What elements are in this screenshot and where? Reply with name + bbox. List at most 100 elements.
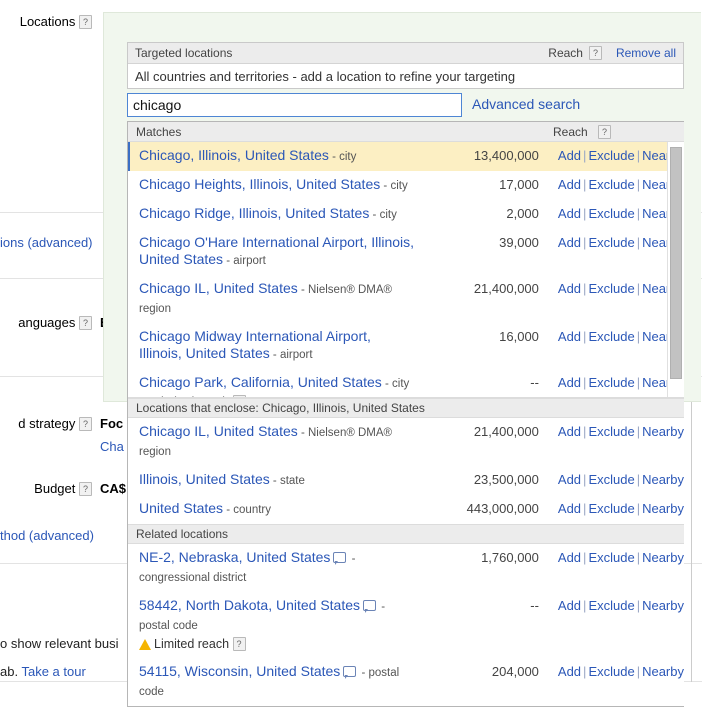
location-link[interactable]: Chicago Park, California, United States: [139, 374, 382, 390]
matches-scrollbar[interactable]: [667, 142, 684, 397]
table-row[interactable]: Chicago Park, California, United States …: [128, 369, 684, 398]
exclude-link[interactable]: Exclude: [588, 598, 634, 613]
targeted-locations-body: All countries and territories - add a lo…: [128, 64, 683, 88]
exclude-link[interactable]: Exclude: [588, 177, 634, 192]
action-separator: |: [635, 206, 642, 221]
exclude-link[interactable]: Exclude: [588, 281, 634, 296]
matches-header-label: Matches: [136, 125, 181, 139]
bid-strategy-help-icon[interactable]: ?: [79, 417, 92, 431]
exclude-link[interactable]: Exclude: [588, 148, 634, 163]
nearby-link[interactable]: Nearby: [642, 424, 684, 439]
location-link[interactable]: Chicago Midway International Airport, Il…: [139, 328, 371, 361]
add-link[interactable]: Add: [558, 177, 581, 192]
add-link[interactable]: Add: [558, 664, 581, 679]
advanced-search-link[interactable]: Advanced search: [472, 96, 580, 112]
options-advanced-link[interactable]: ions (advanced): [0, 235, 93, 250]
limited-reach-help-icon[interactable]: ?: [233, 637, 246, 651]
location-name-cell: 58442, North Dakota, United States - pos…: [128, 597, 415, 653]
location-kind-label: - state: [270, 475, 305, 487]
table-row[interactable]: 58442, North Dakota, United States - pos…: [128, 592, 684, 658]
bid-strategy-field-label: d strategy ?: [0, 416, 92, 431]
matches-reach-help-icon[interactable]: ?: [598, 125, 611, 139]
table-row[interactable]: Illinois, United States - state23,500,00…: [128, 466, 684, 495]
location-link[interactable]: United States: [139, 500, 223, 516]
add-link[interactable]: Add: [558, 501, 581, 516]
add-link[interactable]: Add: [558, 148, 581, 163]
location-link[interactable]: Chicago IL, United States: [139, 280, 298, 296]
exclude-link[interactable]: Exclude: [588, 375, 634, 390]
table-row[interactable]: 54115, Wisconsin, United States - postal…: [128, 658, 684, 706]
table-row[interactable]: Chicago Ridge, Illinois, United States -…: [128, 200, 684, 229]
right-column-divider: [691, 400, 692, 682]
location-link[interactable]: NE-2, Nebraska, United States: [139, 549, 330, 565]
table-row[interactable]: Chicago IL, United States - Nielsen® DMA…: [128, 275, 684, 323]
location-name-cell: Chicago Park, California, United States …: [128, 374, 415, 398]
location-name-cell: Chicago IL, United States - Nielsen® DMA…: [128, 423, 415, 461]
reach-value: --: [415, 374, 544, 391]
location-link[interactable]: 54115, Wisconsin, United States: [139, 663, 340, 679]
add-link[interactable]: Add: [558, 281, 581, 296]
location-link[interactable]: Illinois, United States: [139, 471, 270, 487]
bid-strategy-change-link[interactable]: Cha: [100, 439, 124, 454]
speech-bubble-icon[interactable]: [363, 600, 376, 611]
limited-reach-text: Limited reach: [154, 395, 229, 398]
location-link[interactable]: 58442, North Dakota, United States: [139, 597, 360, 613]
exclude-link[interactable]: Exclude: [588, 472, 634, 487]
location-link[interactable]: Chicago O'Hare International Airport, Il…: [139, 234, 414, 267]
row-actions: Add|Exclude|Nearby: [545, 234, 684, 251]
budget-help-icon[interactable]: ?: [79, 482, 92, 496]
table-row[interactable]: United States - country443,000,000Add|Ex…: [128, 495, 684, 524]
add-link[interactable]: Add: [558, 550, 581, 565]
location-link[interactable]: Chicago IL, United States: [139, 423, 298, 439]
action-separator: |: [635, 235, 642, 250]
languages-help-icon[interactable]: ?: [79, 316, 92, 330]
location-link[interactable]: Chicago Ridge, Illinois, United States: [139, 205, 369, 221]
take-a-tour-link[interactable]: Take a tour: [21, 664, 85, 679]
add-link[interactable]: Add: [558, 375, 581, 390]
nearby-link[interactable]: Nearby: [642, 472, 684, 487]
remove-all-link[interactable]: Remove all: [616, 46, 676, 60]
row-actions: Add|Exclude|Nearby: [545, 147, 684, 164]
nearby-link[interactable]: Nearby: [642, 501, 684, 516]
add-link[interactable]: Add: [558, 235, 581, 250]
location-search-input[interactable]: [127, 93, 462, 117]
exclude-link[interactable]: Exclude: [588, 501, 634, 516]
add-link[interactable]: Add: [558, 472, 581, 487]
exclude-link[interactable]: Exclude: [588, 329, 634, 344]
limited-reach-help-icon[interactable]: ?: [233, 395, 246, 398]
exclude-link[interactable]: Exclude: [588, 424, 634, 439]
reach-value: 443,000,000: [415, 500, 544, 517]
table-row[interactable]: Chicago O'Hare International Airport, Il…: [128, 229, 684, 275]
targeted-reach-help-icon[interactable]: ?: [589, 46, 602, 60]
footer-text-line2: ab. Take a tour: [0, 664, 86, 679]
table-row[interactable]: NE-2, Nebraska, United States - congress…: [128, 544, 684, 592]
exclude-link[interactable]: Exclude: [588, 550, 634, 565]
table-row[interactable]: Chicago IL, United States - Nielsen® DMA…: [128, 418, 684, 466]
matches-list: Chicago, Illinois, United States - city1…: [128, 142, 684, 398]
location-link[interactable]: Chicago Heights, Illinois, United States: [139, 176, 380, 192]
nearby-link[interactable]: Nearby: [642, 550, 684, 565]
table-row[interactable]: Chicago Midway International Airport, Il…: [128, 323, 684, 369]
reach-value: 2,000: [415, 205, 544, 222]
speech-bubble-icon[interactable]: [333, 552, 346, 563]
method-advanced-link[interactable]: thod (advanced): [0, 528, 94, 543]
nearby-link[interactable]: Nearby: [642, 664, 684, 679]
languages-field-label: anguages ?: [0, 315, 92, 330]
locations-help-icon[interactable]: ?: [79, 15, 92, 29]
nearby-link[interactable]: Nearby: [642, 598, 684, 613]
matches-scrollbar-thumb[interactable]: [670, 147, 682, 379]
matches-scroll-area[interactable]: Chicago, Illinois, United States - city1…: [128, 142, 684, 398]
exclude-link[interactable]: Exclude: [588, 206, 634, 221]
add-link[interactable]: Add: [558, 424, 581, 439]
location-link[interactable]: Chicago, Illinois, United States: [139, 147, 329, 163]
add-link[interactable]: Add: [558, 329, 581, 344]
targeted-locations-title: Targeted locations: [135, 46, 232, 60]
add-link[interactable]: Add: [558, 206, 581, 221]
speech-bubble-icon[interactable]: [343, 666, 356, 677]
add-link[interactable]: Add: [558, 598, 581, 613]
table-row[interactable]: Chicago Heights, Illinois, United States…: [128, 171, 684, 200]
row-actions: Add|Exclude|Nearby: [545, 280, 684, 297]
exclude-link[interactable]: Exclude: [588, 235, 634, 250]
table-row[interactable]: Chicago, Illinois, United States - city1…: [128, 142, 684, 171]
exclude-link[interactable]: Exclude: [588, 664, 634, 679]
